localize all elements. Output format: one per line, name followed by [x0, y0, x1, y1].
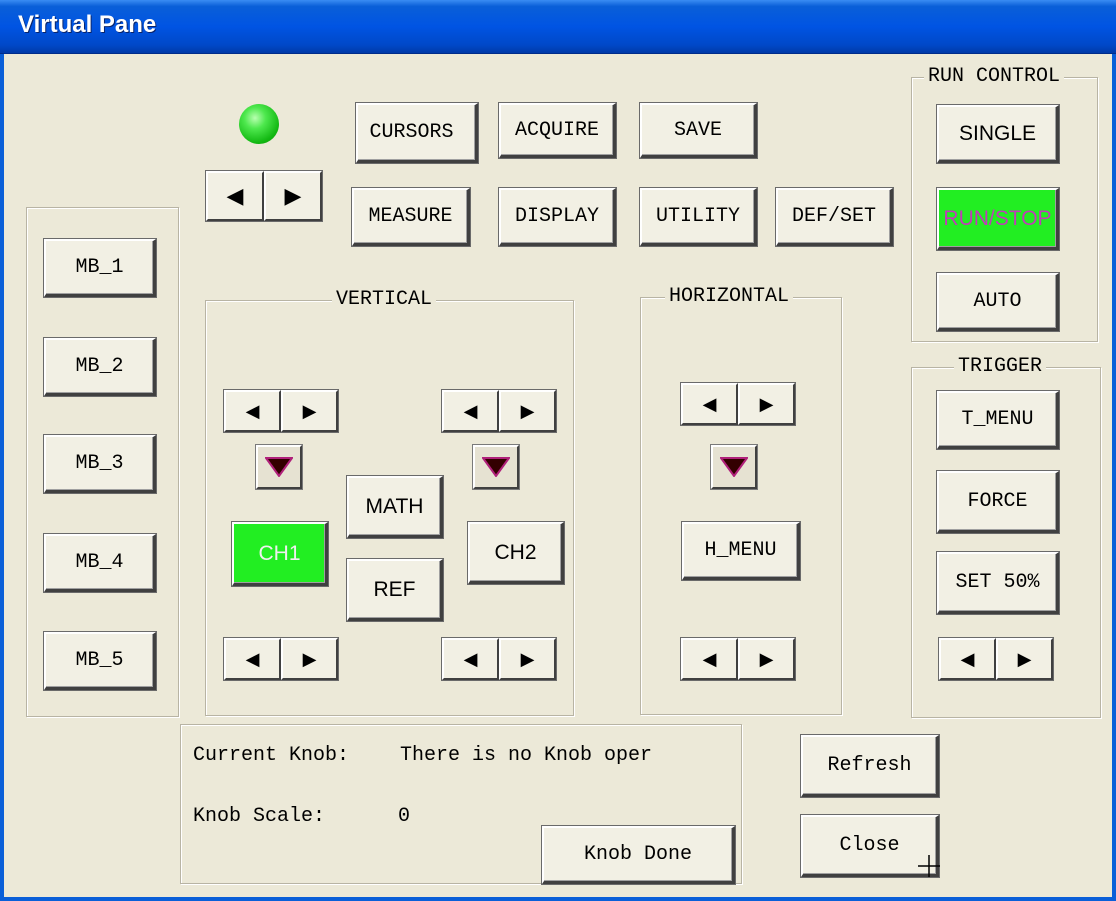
measure-button[interactable]: MEASURE — [352, 188, 470, 246]
mb-3-button[interactable]: MB_3 — [44, 435, 156, 493]
t-menu-button[interactable]: T_MENU — [937, 391, 1059, 449]
trigger-title: TRIGGER — [954, 356, 1047, 378]
ch2-position-arrows: ◀ ▶ — [441, 389, 557, 433]
status-led-icon — [239, 104, 279, 144]
left-arrow-icon[interactable]: ◀ — [681, 383, 738, 425]
left-arrow-icon[interactable]: ◀ — [681, 638, 738, 680]
mb-5-button[interactable]: MB_5 — [44, 632, 156, 690]
utility-button[interactable]: UTILITY — [640, 188, 757, 246]
ch2-button[interactable]: CH2 — [468, 522, 564, 584]
left-arrow-icon[interactable]: ◀ — [224, 390, 281, 432]
horizontal-dropdown-button[interactable] — [711, 445, 757, 489]
window-title: Virtual Pane — [18, 11, 157, 38]
current-knob-label: Current Knob: — [193, 744, 350, 767]
right-arrow-icon[interactable]: ▶ — [738, 383, 795, 425]
ch2-dropdown-button[interactable] — [473, 445, 519, 489]
acquire-button[interactable]: ACQUIRE — [499, 103, 616, 158]
trigger-level-arrows: ◀ ▶ — [938, 637, 1054, 681]
display-button[interactable]: DISPLAY — [499, 188, 616, 246]
ch1-dropdown-button[interactable] — [256, 445, 302, 489]
right-arrow-icon[interactable]: ▶ — [996, 638, 1053, 680]
right-arrow-icon[interactable]: ▶ — [499, 638, 556, 680]
left-arrow-icon[interactable]: ◀ — [939, 638, 996, 680]
ch1-position-arrows: ◀ ▶ — [223, 389, 339, 433]
right-arrow-icon[interactable]: ▶ — [281, 638, 338, 680]
math-button[interactable]: MATH — [347, 476, 443, 538]
refresh-button[interactable]: Refresh — [801, 735, 939, 797]
ref-button[interactable]: REF — [347, 559, 443, 621]
dropdown-gem-icon — [265, 457, 293, 477]
right-arrow-icon[interactable]: ▶ — [264, 171, 322, 221]
left-arrow-icon[interactable]: ◀ — [206, 171, 264, 221]
ch1-button[interactable]: CH1 — [232, 522, 328, 586]
knob-done-button[interactable]: Knob Done — [542, 826, 735, 884]
left-arrow-icon[interactable]: ◀ — [442, 390, 499, 432]
vertical-title: VERTICAL — [332, 289, 437, 311]
mb-1-button[interactable]: MB_1 — [44, 239, 156, 297]
knob-scale-value: 0 — [398, 805, 411, 828]
run-stop-button[interactable]: RUN/STOP — [937, 188, 1059, 250]
title-bar[interactable]: Virtual Pane — [0, 0, 1116, 54]
h-menu-button[interactable]: H_MENU — [682, 522, 800, 580]
dropdown-gem-icon — [482, 457, 510, 477]
crosshair-cursor-icon — [918, 855, 940, 877]
current-knob-value: There is no Knob oper — [400, 744, 653, 767]
dropdown-gem-icon — [720, 457, 748, 477]
force-button[interactable]: FORCE — [937, 471, 1059, 533]
cursors-button[interactable]: CURSORS — [356, 103, 478, 163]
ch1-scale-arrows: ◀ ▶ — [223, 637, 339, 681]
right-arrow-icon[interactable]: ▶ — [499, 390, 556, 432]
auto-button[interactable]: AUTO — [937, 273, 1059, 331]
single-button[interactable]: SINGLE — [937, 105, 1059, 163]
save-button[interactable]: SAVE — [640, 103, 757, 158]
left-arrow-icon[interactable]: ◀ — [442, 638, 499, 680]
top-knob-arrows: ◀ ▶ — [205, 170, 323, 222]
ch2-scale-arrows: ◀ ▶ — [441, 637, 557, 681]
knob-scale-label: Knob Scale: — [193, 805, 326, 828]
mb-4-button[interactable]: MB_4 — [44, 534, 156, 592]
set-50-button[interactable]: SET 50% — [937, 552, 1059, 614]
horizontal-title: HORIZONTAL — [665, 286, 794, 308]
mb-2-button[interactable]: MB_2 — [44, 338, 156, 396]
left-arrow-icon[interactable]: ◀ — [224, 638, 281, 680]
right-arrow-icon[interactable]: ▶ — [281, 390, 338, 432]
horizontal-position-arrows: ◀ ▶ — [680, 382, 796, 426]
run-control-title: RUN CONTROL — [924, 66, 1065, 88]
right-arrow-icon[interactable]: ▶ — [738, 638, 795, 680]
def-set-button[interactable]: DEF/SET — [776, 188, 893, 246]
horizontal-scale-arrows: ◀ ▶ — [680, 637, 796, 681]
